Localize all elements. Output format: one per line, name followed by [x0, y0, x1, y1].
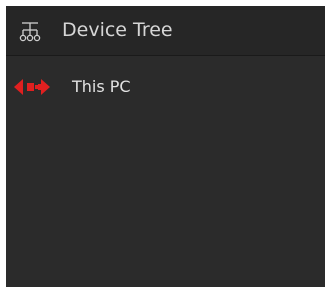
panel-title: Device Tree [62, 19, 173, 41]
hierarchy-icon [19, 22, 41, 42]
tree-node-label: This PC [72, 77, 131, 96]
panel-header: Device Tree [6, 6, 325, 56]
device-tree-panel: Device Tree This PC [6, 6, 325, 287]
device-arrows-icon [14, 79, 50, 95]
device-tree: This PC [6, 56, 325, 287]
tree-node-this-pc[interactable]: This PC [14, 76, 214, 102]
